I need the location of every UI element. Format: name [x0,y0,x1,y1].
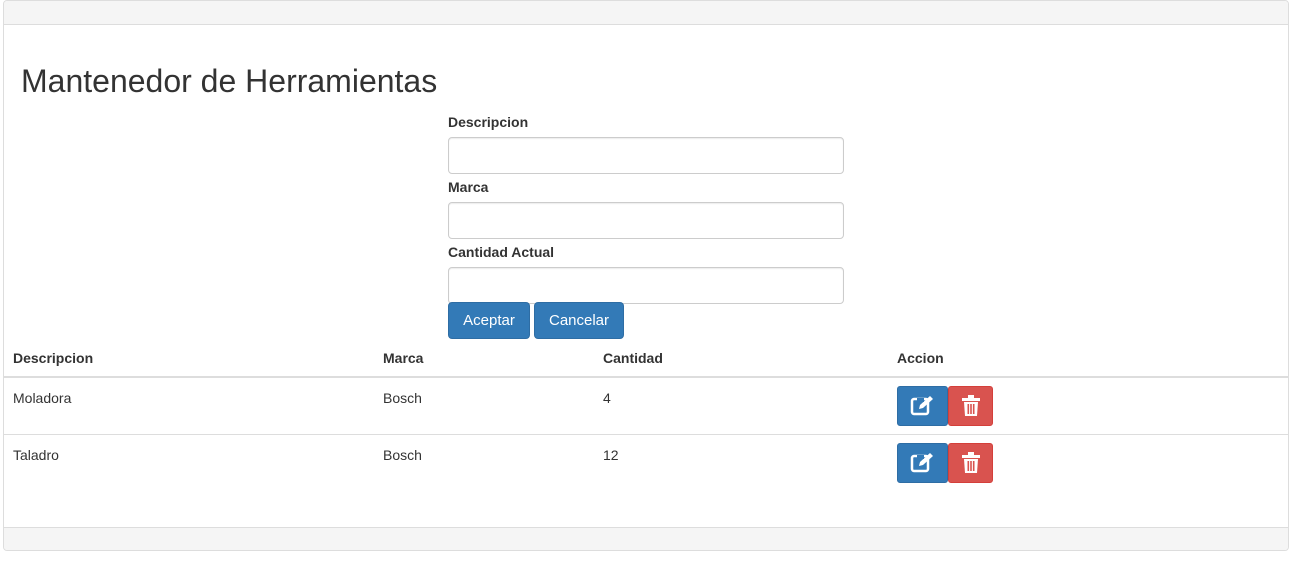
descripcion-input[interactable] [448,137,844,174]
descripcion-label: Descripcion [448,114,529,130]
table-row: Moladora Bosch 4 [4,377,1288,435]
main-panel: Mantenedor de Herramientas Descripcion M… [3,0,1289,551]
header-cantidad: Cantidad [594,340,888,378]
delete-button[interactable] [948,386,993,426]
header-descripcion: Descripcion [4,340,374,378]
row-actions [897,435,1288,483]
cell-accion [888,377,1288,435]
edit-icon [910,396,933,416]
cell-descripcion-text: Taladro [13,447,59,463]
trash-icon [961,395,980,416]
row-actions [897,378,1288,426]
edit-button[interactable] [897,443,948,483]
cantidad-actual-label: Cantidad Actual [448,244,555,260]
header-marca: Marca [374,340,594,378]
cell-cantidad: 12 [594,435,888,492]
tools-table: Descripcion Marca Cantidad Accion Molado… [4,340,1288,491]
marca-label: Marca [448,179,489,195]
cell-cantidad: 4 [594,377,888,435]
cell-marca-text: Bosch [383,390,422,406]
table-header-row: Descripcion Marca Cantidad Accion [4,340,1288,378]
header-accion: Accion [888,340,1288,378]
panel-heading [4,1,1288,25]
cell-marca: Bosch [374,435,594,492]
cancel-button[interactable]: Cancelar [534,302,624,339]
page-title: Mantenedor de Herramientas [21,63,438,99]
cell-descripcion: Moladora [4,377,374,435]
cell-marca-text: Bosch [383,447,422,463]
panel-footer [4,527,1288,550]
edit-icon [910,453,933,473]
cell-accion [888,435,1288,492]
delete-button[interactable] [948,443,993,483]
cell-marca: Bosch [374,377,594,435]
tool-form: Descripcion Marca Cantidad Actual [448,109,845,304]
edit-button[interactable] [897,386,948,426]
cell-descripcion-text: Moladora [13,390,72,406]
trash-icon [961,452,980,473]
cell-descripcion: Taladro [4,435,374,492]
cantidad-actual-input[interactable] [448,267,844,304]
cell-cantidad-text: 12 [603,447,619,463]
marca-input[interactable] [448,202,844,239]
accept-button[interactable]: Aceptar [448,302,530,339]
table-row: Taladro Bosch 12 [4,435,1288,492]
cell-cantidad-text: 4 [603,390,611,406]
